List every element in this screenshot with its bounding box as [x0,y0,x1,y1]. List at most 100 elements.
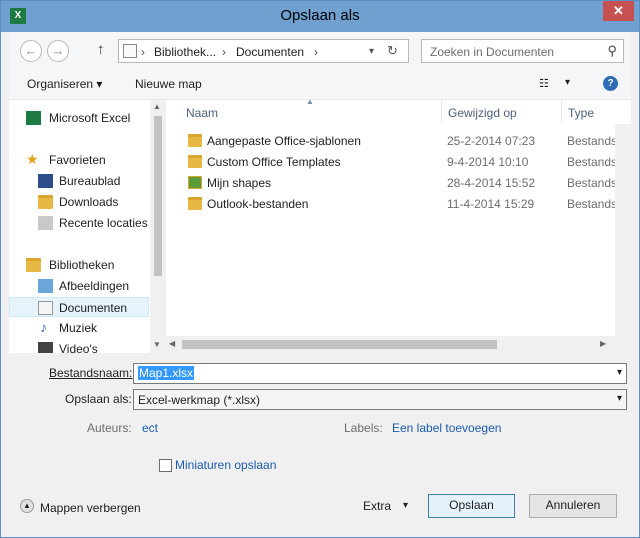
library-icon [123,44,137,58]
file-date: 25-2-2014 07:23 [447,134,536,148]
dialog-title: Opslaan als [280,7,360,24]
sidebar-item-label: Bibliotheken [49,258,115,272]
save-as-dialog: X Opslaan als ✕ ← → ↑ › Bibliothek... › … [0,0,640,538]
downloads-folder-icon [38,195,53,209]
sidebar-item-label: Bureaublad [59,174,121,188]
help-icon[interactable]: ? [603,76,618,91]
save-button[interactable]: Opslaan [428,494,515,518]
sidebar-item-favorites[interactable]: ★ Favorieten [9,150,149,170]
documents-icon [38,301,53,315]
file-name: Custom Office Templates [207,155,341,169]
save-as-type-value: Excel-werkmap (*.xlsx) [138,393,261,407]
breadcrumb-documents[interactable]: Documenten [236,45,304,59]
chevron-down-icon[interactable]: ▾ [565,77,570,88]
file-row[interactable]: Aangepaste Office-sjablonen 25-2-2014 07… [166,131,631,151]
title-bar[interactable]: X Opslaan als ✕ [1,1,639,32]
forward-button[interactable]: → [47,40,69,62]
authors-value[interactable]: ect [142,421,158,435]
file-list-horizontal-scrollbar[interactable]: ◀ ▶ [166,336,631,353]
sidebar-item-desktop[interactable]: Bureaublad [9,171,149,191]
file-date: 28-4-2014 15:52 [447,176,536,190]
save-thumbnails-checkbox[interactable] [159,459,172,472]
file-date: 11-4-2014 15:29 [447,197,535,211]
filename-input[interactable]: Map1.xlsx ▾ [133,363,627,384]
sidebar-item-libraries[interactable]: Bibliotheken [9,255,149,275]
music-icon: ♪ [40,319,47,335]
scrollbar-thumb[interactable] [182,340,497,349]
refresh-icon[interactable]: ↻ [387,43,398,59]
column-header-label: Type [568,106,595,120]
save-as-type-select[interactable]: Excel-werkmap (*.xlsx) ▾ [133,389,627,410]
chevron-right-icon: › [141,45,145,59]
sidebar-item-label: Recente locaties [59,216,148,230]
labels-label: Labels: [344,421,383,435]
chevron-right-icon: › [314,45,318,59]
sidebar-item-microsoft-excel[interactable]: Microsoft Excel [9,108,149,128]
column-header-modified[interactable]: Gewijzigd op [442,100,562,124]
pictures-icon [38,279,53,293]
file-date: 9-4-2014 10:10 [447,155,529,169]
file-row[interactable]: Custom Office Templates 9-4-2014 10:10 B… [166,152,631,172]
address-bar[interactable]: › Bibliothek... › Documenten › ▾ ↻ [118,39,409,63]
breadcrumb-libraries[interactable]: Bibliothek... [154,45,216,59]
folder-icon [188,155,202,168]
excel-icon [26,111,41,125]
column-header-type[interactable]: Type [562,100,631,124]
back-button[interactable]: ← [20,40,42,62]
up-button[interactable]: ↑ [97,41,105,58]
save-as-type-label: Opslaan als: [65,392,132,406]
sidebar-item-label: Muziek [59,321,98,335]
column-header-label: Gewijzigd op [448,106,517,120]
hide-folders-button[interactable]: Mappen verbergen [40,501,141,515]
column-header-label: Naam [186,106,219,120]
sidebar-item-downloads[interactable]: Downloads [9,192,149,212]
save-options-panel: Bestandsnaam: Map1.xlsx ▾ Opslaan als: E… [9,353,631,531]
collapse-folders-icon[interactable]: ▲ [20,499,34,513]
close-button[interactable]: ✕ [603,1,634,21]
file-row[interactable]: Mijn shapes 28-4-2014 15:52 Bestandsmap [166,173,631,193]
dialog-body: ← → ↑ › Bibliothek... › Documenten › ▾ ↻… [9,32,631,531]
chevron-down-icon[interactable]: ▾ [403,500,408,511]
extra-menu[interactable]: Extra [363,499,391,513]
sidebar-item-label: Documenten [59,301,128,315]
videos-icon [38,342,53,353]
history-dropdown-icon[interactable]: ▾ [369,46,374,57]
libraries-icon [26,258,41,272]
sidebar-item-documents[interactable]: Documenten [9,297,149,317]
file-name: Mijn shapes [207,176,272,190]
filename-label: Bestandsnaam: [49,366,133,380]
chevron-down-icon[interactable]: ▾ [617,367,622,378]
new-folder-button[interactable]: Nieuwe map [135,77,202,91]
filename-value[interactable]: Map1.xlsx [138,366,195,380]
search-box[interactable]: Zoeken in Documenten ⚲ [421,39,624,63]
organize-menu[interactable]: Organiseren ▾ [27,77,102,91]
navigation-pane-scrollbar[interactable]: ▲ ▼ [150,100,166,353]
sidebar-item-pictures[interactable]: Afbeeldingen [9,276,149,296]
chevron-down-icon[interactable]: ▾ [617,393,622,404]
scroll-up-icon[interactable]: ▲ [153,102,161,111]
chevron-right-icon: › [222,45,226,59]
scroll-right-icon[interactable]: ▶ [600,339,606,348]
column-header-name[interactable]: Naam ▲ [166,100,442,124]
folder-icon [188,134,202,147]
file-list-vertical-scrollbar[interactable] [615,124,631,336]
file-list: Naam ▲ Gewijzigd op Type Aangepaste Offi… [166,100,631,353]
sidebar-item-music[interactable]: ♪ Muziek [9,318,149,338]
sidebar-item-videos[interactable]: Video's [9,339,149,353]
sidebar-item-label: Downloads [59,195,119,209]
save-thumbnails-label[interactable]: Miniaturen opslaan [175,458,276,472]
desktop-icon [38,174,53,188]
scroll-left-icon[interactable]: ◀ [169,339,175,348]
navigation-pane: Microsoft Excel ★ Favorieten Bureaublad … [9,100,166,353]
labels-value[interactable]: Een label toevoegen [392,421,501,435]
scroll-down-icon[interactable]: ▼ [153,340,161,349]
folder-icon [188,197,202,210]
sidebar-item-recent-places[interactable]: Recente locaties [9,213,149,233]
shapes-folder-icon [188,176,202,189]
file-row[interactable]: Outlook-bestanden 11-4-2014 15:29 Bestan… [166,194,631,214]
scrollbar-thumb[interactable] [154,116,162,276]
cancel-button[interactable]: Annuleren [529,494,617,518]
view-options-icon[interactable]: ☷ [539,77,549,90]
search-input[interactable]: Zoeken in Documenten [430,45,554,59]
sidebar-item-label: Favorieten [49,153,106,167]
